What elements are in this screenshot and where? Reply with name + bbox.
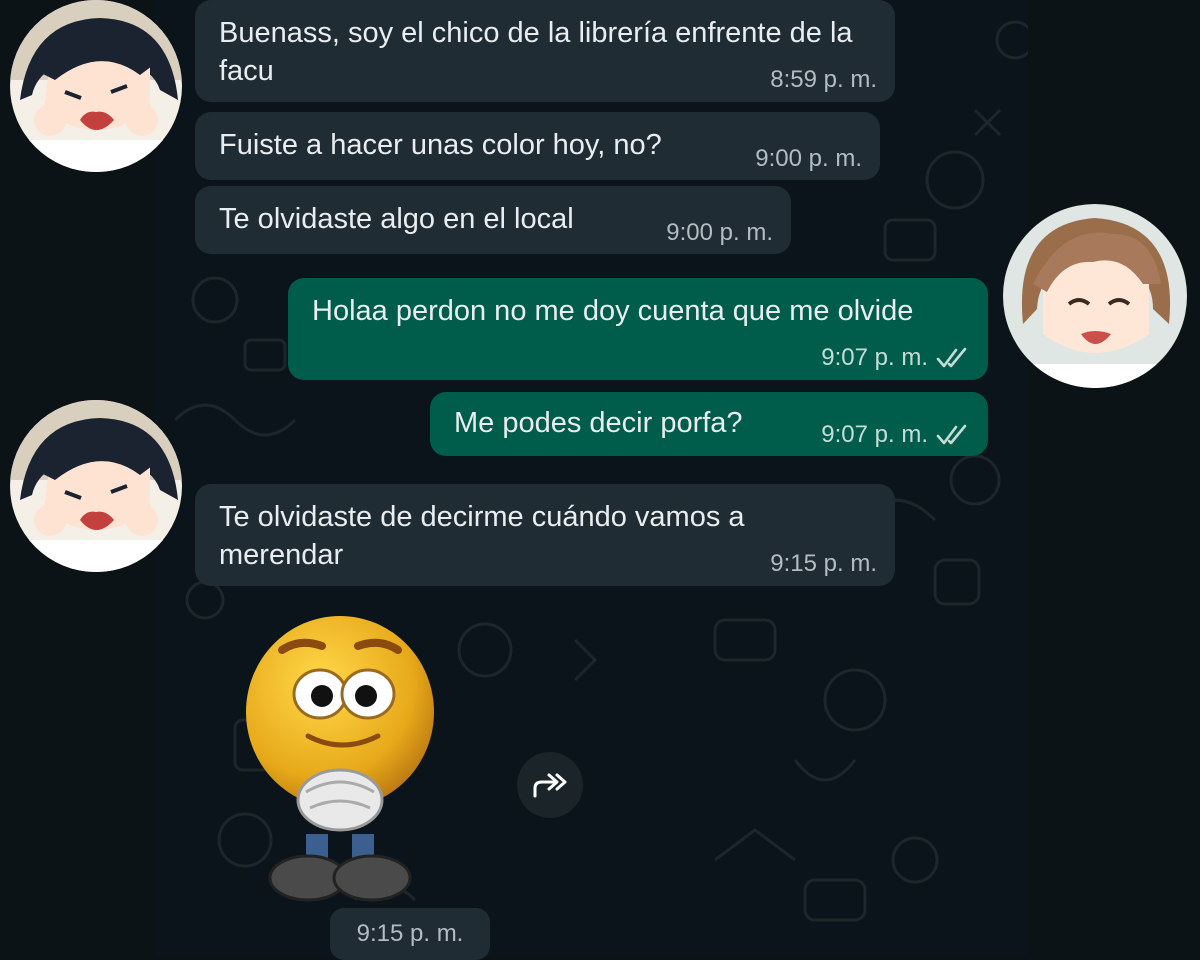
forward-icon [533, 773, 567, 798]
incoming-message[interactable]: Te olvidaste de decirme cuándo vamos a m… [195, 484, 895, 586]
anime-boy-avatar-image [10, 0, 182, 172]
user-avatar[interactable] [1003, 204, 1187, 388]
incoming-message[interactable]: Buenass, soy el chico de la librería enf… [195, 0, 895, 102]
contact-avatar[interactable] [10, 0, 182, 172]
message-meta: 9:07 p. m. [821, 344, 970, 372]
message-meta: 9:00 p. m. [755, 140, 862, 178]
incoming-message[interactable]: Te olvidaste algo en el local 9:00 p. m. [195, 186, 791, 254]
sticker-message[interactable] [240, 612, 440, 908]
message-time: 9:07 p. m. [821, 344, 928, 371]
message-time: 9:15 p. m. [770, 550, 877, 577]
incoming-message[interactable]: Fuiste a hacer unas color hoy, no? 9:00 … [195, 112, 880, 180]
anime-boy-avatar-image [10, 400, 182, 572]
message-meta: 9:15 p. m. [770, 550, 877, 578]
contact-avatar[interactable] [10, 400, 182, 572]
message-meta: 9:00 p. m. [666, 214, 773, 252]
double-check-icon [936, 424, 967, 445]
double-check-icon [936, 347, 967, 368]
emoji-sticker-image [246, 616, 434, 902]
message-text: Holaa perdon no me doy cuenta que me olv… [312, 295, 914, 327]
message-time: 9:00 p. m. [666, 219, 773, 246]
anime-girl-avatar-image [1003, 204, 1187, 388]
outgoing-message[interactable]: Me podes decir porfa? 9:07 p. m. [430, 392, 988, 456]
message-time: 9:00 p. m. [755, 145, 862, 172]
message-time: 8:59 p. m. [770, 66, 877, 93]
message-meta: 9:07 p. m. [821, 416, 970, 454]
message-time: 9:07 p. m. [821, 421, 928, 448]
outgoing-message[interactable]: Holaa perdon no me doy cuenta que me olv… [288, 278, 988, 380]
message-time: 9:15 p. m. [356, 920, 464, 947]
message-meta: 8:59 p. m. [770, 66, 877, 94]
sticker-time: 9:15 p. m. [330, 908, 490, 960]
forward-button[interactable] [517, 752, 583, 818]
